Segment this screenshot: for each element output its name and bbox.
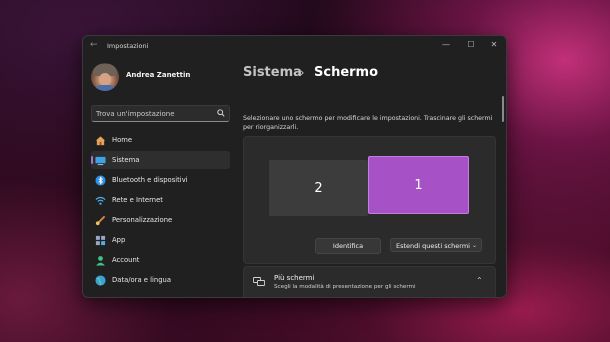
chevron-up-icon[interactable]: ⌃	[476, 276, 483, 285]
system-icon	[95, 156, 106, 166]
chevron-down-icon: ⌄	[472, 242, 478, 249]
window-title: Impostazioni	[107, 42, 149, 50]
multiple-displays-icon	[253, 277, 265, 286]
page-title: Schermo	[314, 65, 379, 80]
maximize-button[interactable]: ☐	[463, 39, 479, 51]
search-box[interactable]	[91, 105, 230, 122]
globe-icon	[95, 275, 106, 286]
sidebar-item-label: Account	[112, 256, 140, 264]
multiple-displays-title: Più schermi	[274, 274, 315, 282]
sidebar-item-label: Personalizzazione	[112, 216, 173, 224]
account-icon	[96, 256, 105, 266]
multiple-displays-section[interactable]: Più schermi Scegli la modalità di presen…	[243, 266, 496, 297]
wifi-icon	[95, 196, 106, 205]
scrollbar[interactable]	[502, 96, 504, 122]
sidebar-item-time-language[interactable]: Data/ora e lingua	[91, 271, 230, 289]
display-description: Selezionare uno schermo per modificare l…	[243, 115, 493, 131]
multiple-displays-subtitle: Scegli la modalità di presentazione per …	[274, 284, 416, 290]
identify-button[interactable]: Identifica	[315, 238, 381, 254]
avatar[interactable]	[91, 63, 119, 91]
display-arrangement-panel: 2 1 Identifica Estendi questi schermi ⌄	[243, 136, 496, 264]
close-button[interactable]: ✕	[486, 39, 502, 51]
sidebar-item-label: Sistema	[112, 156, 140, 164]
home-icon	[95, 136, 106, 146]
minimize-button[interactable]: —	[438, 39, 454, 51]
breadcrumb-system[interactable]: Sistema	[243, 65, 302, 80]
sidebar-item-label: Bluetooth e dispositivi	[112, 176, 188, 184]
sidebar-item-network[interactable]: Rete e Internet	[91, 191, 230, 209]
sidebar-item-label: App	[112, 236, 126, 244]
sidebar-item-bluetooth[interactable]: Bluetooth e dispositivi	[91, 171, 230, 189]
sidebar-item-system[interactable]: Sistema	[91, 151, 230, 169]
sidebar-item-apps[interactable]: App	[91, 231, 230, 249]
title-bar[interactable]: ← Impostazioni — ☐ ✕	[83, 36, 506, 58]
extend-displays-label: Estendi questi schermi	[396, 242, 470, 250]
sidebar-item-label: Home	[112, 136, 133, 144]
search-input[interactable]	[96, 107, 208, 120]
sidebar-item-personalization[interactable]: Personalizzazione	[91, 211, 230, 229]
user-name: Andrea Zanettin	[126, 71, 191, 79]
sidebar-item-home[interactable]: Home	[91, 131, 230, 149]
bluetooth-icon	[95, 175, 106, 186]
monitor-1[interactable]: 1	[368, 156, 469, 214]
sidebar-item-account[interactable]: Account	[91, 251, 230, 269]
sidebar-item-label: Data/ora e lingua	[112, 276, 172, 284]
active-indicator	[91, 156, 93, 164]
monitor-2[interactable]: 2	[269, 160, 368, 216]
apps-icon	[95, 235, 106, 246]
brush-icon	[95, 215, 106, 226]
back-arrow-icon[interactable]: ←	[90, 40, 98, 50]
sidebar-item-label: Rete e Internet	[112, 196, 163, 204]
extend-displays-dropdown[interactable]: Estendi questi schermi ⌄	[390, 238, 482, 252]
settings-window: ← Impostazioni — ☐ ✕ Andrea Zanettin Hom…	[82, 35, 507, 298]
breadcrumb-separator: ›	[300, 66, 305, 79]
search-icon[interactable]	[217, 109, 225, 117]
sidebar-nav: Home Sistema Bluetooth e dispositivi Ret	[91, 131, 230, 291]
